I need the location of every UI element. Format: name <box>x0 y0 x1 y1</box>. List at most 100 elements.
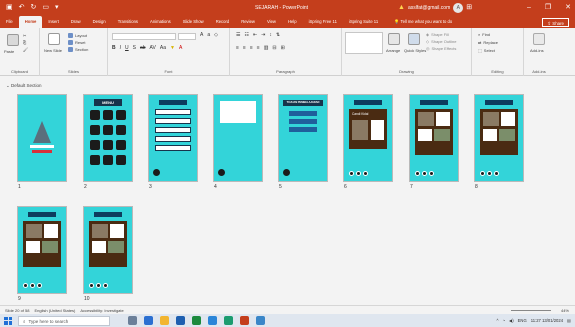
tab-draw[interactable]: Draw <box>65 16 87 28</box>
copy-icon[interactable]: ⎘ <box>23 40 26 45</box>
section-header[interactable]: ⌄ Default Section <box>6 83 42 89</box>
tell-me-search[interactable]: 💡 Tell me what you want to do <box>388 16 458 28</box>
addins-icon[interactable] <box>533 33 545 45</box>
share-button[interactable]: ⇪ Share <box>542 18 569 27</box>
cut-icon[interactable]: ✂ <box>23 33 26 38</box>
section-button[interactable]: Section <box>68 47 88 52</box>
shape-outline-button[interactable]: ◇ Shape Outline <box>426 39 456 44</box>
align-text-icon[interactable]: ⊟ <box>272 45 276 51</box>
tab-ispring-suite-11[interactable]: iSpring Suite 11 <box>343 16 384 28</box>
network-icon[interactable]: ◔ <box>502 314 505 327</box>
format-painter-icon[interactable]: 🖌 <box>23 47 28 52</box>
bullets-icon[interactable]: ☰ <box>236 32 240 38</box>
tab-file[interactable]: File <box>0 16 19 28</box>
quick-styles-icon[interactable] <box>408 33 420 45</box>
font-size-select[interactable] <box>178 33 196 40</box>
shape-effects-button[interactable]: ◎ Shape Effects <box>426 46 456 51</box>
tab-view[interactable]: View <box>261 16 282 28</box>
replace-button[interactable]: ⇄ Replace <box>478 40 498 45</box>
slide-thumbnail-9[interactable] <box>18 207 66 293</box>
align-center-icon[interactable]: ≡ <box>243 45 246 51</box>
bold-icon[interactable]: B <box>112 45 116 51</box>
arrange-icon[interactable] <box>388 33 400 45</box>
slide-thumbnail-7[interactable] <box>410 95 458 181</box>
ribbon-display-icon[interactable]: ⊞ <box>466 0 472 16</box>
slide-thumbnail-10[interactable] <box>84 207 132 293</box>
volume-icon[interactable]: ◀) <box>509 314 514 327</box>
browser-icon[interactable] <box>208 316 217 325</box>
tab-design[interactable]: Design <box>87 16 112 28</box>
numbering-icon[interactable]: ☷ <box>244 32 248 38</box>
increase-font-icon[interactable]: A <box>200 32 203 38</box>
minimize-icon[interactable]: – <box>527 0 531 16</box>
spacing-icon[interactable]: AV <box>150 45 156 51</box>
strike-icon[interactable]: ab <box>140 45 146 51</box>
accessibility-status[interactable]: Accessibility: Investigate <box>80 308 123 313</box>
slide-thumbnail-3[interactable] <box>149 95 197 181</box>
shapes-gallery[interactable] <box>345 32 383 54</box>
slide-thumbnail-1[interactable] <box>18 95 66 181</box>
shadow-icon[interactable]: S <box>133 45 136 51</box>
tab-record[interactable]: Record <box>210 16 236 28</box>
new-slide-icon[interactable] <box>48 33 60 45</box>
task-view-icon[interactable] <box>128 316 137 325</box>
taskbar-search[interactable]: ⌕ Type here to search <box>18 315 110 326</box>
align-right-icon[interactable]: ≡ <box>250 45 253 51</box>
justify-icon[interactable]: ≡ <box>257 45 260 51</box>
font-color-icon[interactable]: A <box>179 45 182 51</box>
find-button[interactable]: ⌕ Find <box>478 32 490 37</box>
tab-slide-show[interactable]: Slide Show <box>177 16 210 28</box>
slide-thumbnail-8[interactable] <box>475 95 523 181</box>
tab-ispring-free-11[interactable]: iSpring Free 11 <box>303 16 343 28</box>
zoom-slider[interactable] <box>511 310 551 311</box>
tab-animations[interactable]: Animations <box>144 16 177 28</box>
word-icon[interactable] <box>176 316 185 325</box>
avatar[interactable]: A <box>453 3 464 13</box>
user-email[interactable]: asslfat@gmail.com <box>408 0 450 16</box>
reset-button[interactable]: Reset <box>68 40 85 45</box>
language-status[interactable]: English (United States) <box>34 308 75 313</box>
tab-home[interactable]: Home <box>18 16 43 28</box>
save-icon[interactable]: ▣ <box>6 0 13 16</box>
decrease-font-icon[interactable]: a <box>207 32 210 38</box>
slide-thumbnail-2[interactable]: MENU <box>84 95 132 181</box>
excel-icon[interactable] <box>192 316 201 325</box>
chrome-icon[interactable] <box>224 316 233 325</box>
select-button[interactable]: ⬚ Select <box>478 48 495 53</box>
addins-button[interactable]: Add-ins <box>530 48 544 53</box>
tray-chevron-icon[interactable]: ^ <box>497 314 499 327</box>
smartart-icon[interactable]: ⊞ <box>281 45 285 51</box>
paste-button[interactable]: Paste <box>4 49 14 54</box>
arrange-button[interactable]: Arrange <box>386 48 400 53</box>
redo-icon[interactable]: ↻ <box>31 0 37 16</box>
italic-icon[interactable]: I <box>120 45 121 51</box>
quick-styles-button[interactable]: Quick Styles <box>404 48 426 53</box>
undo-icon[interactable]: ↶ <box>19 0 25 16</box>
warning-icon[interactable]: ▲ <box>398 0 405 16</box>
tab-help[interactable]: Help <box>282 16 303 28</box>
powerpoint-icon[interactable] <box>240 316 249 325</box>
paste-icon[interactable] <box>7 34 19 46</box>
indent-more-icon[interactable]: ⇥ <box>261 32 265 38</box>
chevron-down-icon[interactable]: ▾ <box>55 0 59 16</box>
underline-icon[interactable]: U <box>125 45 129 51</box>
columns-icon[interactable]: ▥ <box>264 45 269 51</box>
shape-fill-button[interactable]: ◈ Shape Fill <box>426 32 449 37</box>
language-indicator[interactable]: ENG <box>518 314 527 327</box>
new-slide-button[interactable]: New Slide <box>44 48 62 53</box>
tab-review[interactable]: Review <box>235 16 261 28</box>
slide-thumbnail-4[interactable] <box>214 95 262 181</box>
slide-thumbnail-5[interactable]: TUJUAN PEMBELAJARAN <box>279 95 327 181</box>
highlight-icon[interactable]: ▼ <box>170 45 175 51</box>
present-icon[interactable]: ▭ <box>42 0 49 16</box>
line-spacing-icon[interactable]: ↕ <box>269 32 272 38</box>
text-direction-icon[interactable]: ⇅ <box>276 32 280 38</box>
tab-transitions[interactable]: Transitions <box>112 16 144 28</box>
layout-button[interactable]: Layout <box>68 33 87 38</box>
indent-less-icon[interactable]: ⇤ <box>253 32 257 38</box>
windows-start-icon[interactable] <box>4 316 12 325</box>
store-icon[interactable] <box>256 316 265 325</box>
case-icon[interactable]: Aa <box>160 45 166 51</box>
notification-icon[interactable]: ▤ <box>567 314 571 327</box>
font-family-select[interactable] <box>112 33 176 40</box>
